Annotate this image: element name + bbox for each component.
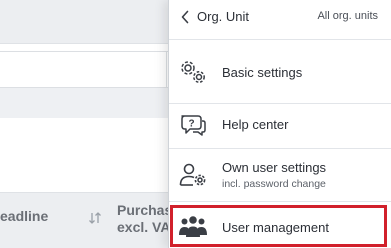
user-management-label: User management	[222, 220, 329, 235]
column-header-purchase-line2: excl. VA	[117, 219, 171, 235]
help-center-label: Help center	[222, 117, 289, 132]
users-group-icon	[179, 216, 207, 237]
all-org-units-link[interactable]: All org. units	[317, 10, 378, 22]
column-header-purchase-line1: Purchas	[117, 202, 173, 218]
column-header-deadline[interactable]: eadline	[0, 208, 48, 224]
svg-text:?: ?	[188, 119, 194, 130]
menu-header-title[interactable]: Org. Unit	[197, 9, 249, 24]
chevron-left-icon[interactable]	[180, 10, 190, 24]
own-user-settings-sublabel: incl. password change	[222, 178, 326, 190]
own-user-settings-label: Own user settings	[222, 160, 327, 175]
menu-item-own-user-settings[interactable]: Own user settings incl. password change	[169, 149, 391, 201]
user-settings-icon	[179, 163, 206, 186]
search-row-divider	[166, 51, 167, 88]
menu-item-help-center[interactable]: ? Help center	[169, 104, 391, 148]
help-bubble-icon: ?	[181, 115, 206, 136]
sort-arrows-icon[interactable]	[88, 211, 102, 225]
menu-item-user-management[interactable]: User management	[169, 204, 391, 247]
menu-item-basic-settings[interactable]: Basic settings	[169, 41, 391, 103]
gears-icon	[181, 61, 205, 83]
basic-settings-label: Basic settings	[222, 65, 303, 80]
menu-header: Org. Unit All org. units	[169, 0, 391, 40]
menu-divider	[169, 201, 391, 202]
org-unit-menu: Org. Unit All org. units Basic settings …	[168, 0, 391, 248]
column-header-purchase[interactable]: Purchas excl. VA	[117, 202, 172, 236]
